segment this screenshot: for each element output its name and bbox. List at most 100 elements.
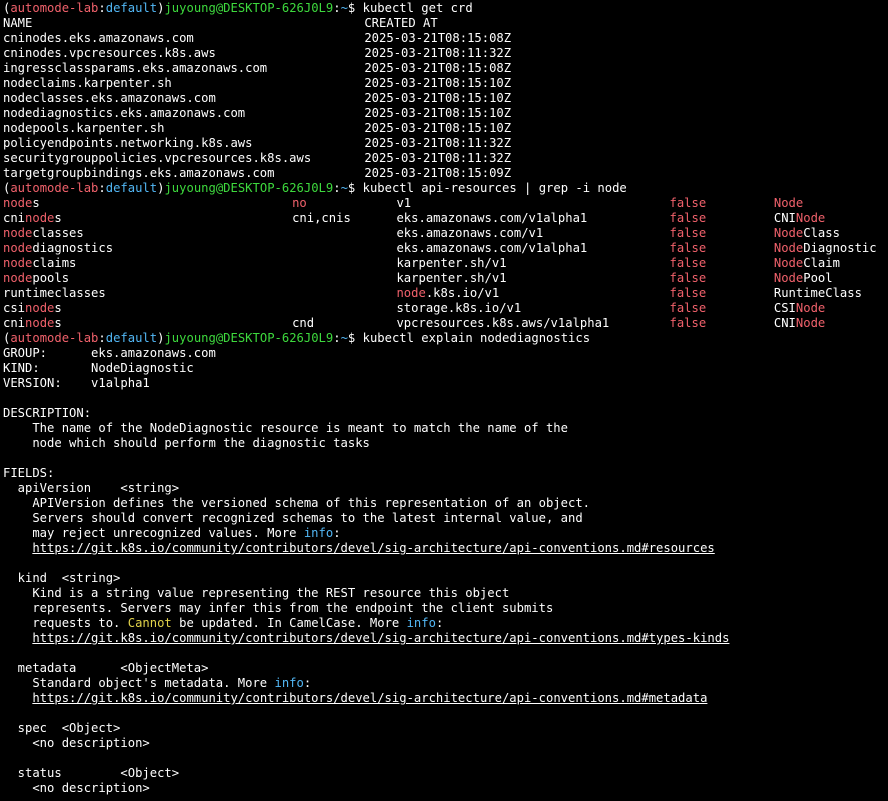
prompt-dollar: $ — [347, 181, 356, 195]
crd-created-at: 2025-03-21T08:15:10Z — [364, 121, 512, 135]
api-resource-row: nodediagnostics eks.amazonaws.com/v1alpha… — [3, 241, 885, 256]
explain-text: info — [274, 676, 304, 690]
explain-text: VERSION: v1alpha1 — [3, 376, 150, 390]
prompt-context: automode-lab — [10, 181, 99, 195]
crd-created-at: 2025-03-21T08:15:10Z — [364, 76, 512, 90]
api-kind: CNINode — [774, 211, 825, 226]
crd-row: cninodes.eks.amazonaws.com 2025-03-21T08:… — [3, 31, 885, 46]
crd-name: cninodes.vpcresources.k8s.aws — [3, 46, 216, 60]
api-name: nodeclaims — [3, 256, 76, 271]
explain-line — [3, 556, 885, 571]
api-kind-part: Node — [795, 316, 826, 330]
explain-line: <no description> — [3, 736, 885, 751]
api-version: storage.k8s.io/v1 — [396, 301, 521, 316]
api-version: eks.amazonaws.com/v1alpha1 — [396, 211, 587, 226]
explain-line: GROUP: eks.amazonaws.com — [3, 346, 885, 361]
explain-line: apiVersion <string> — [3, 481, 885, 496]
crd-name: securitygrouppolicies.vpcresources.k8s.a… — [3, 151, 312, 165]
crd-created-at: 2025-03-21T08:11:32Z — [364, 46, 512, 60]
api-shortnames: cni,cnis — [292, 211, 351, 226]
crd-name: nodeclasses.eks.amazonaws.com — [3, 91, 216, 105]
terminal-window[interactable]: (automode-lab:default)juyoung@DESKTOP-62… — [0, 0, 888, 801]
api-version-part: eks.amazonaws.com/v1alpha1 — [396, 211, 588, 225]
explain-text: GROUP: eks.amazonaws.com — [3, 346, 216, 360]
crd-row: nodeclasses.eks.amazonaws.com 2025-03-21T… — [3, 91, 885, 106]
api-name-part: diagnostics — [32, 241, 114, 255]
crd-created-at: 2025-03-21T08:15:08Z — [364, 61, 512, 75]
crd-row: nodediagnostics.eks.amazonaws.com 2025-03… — [3, 106, 885, 121]
api-resource-row: nodeclasses eks.amazonaws.com/v1 false Node… — [3, 226, 885, 241]
prompt-namespace: default — [105, 181, 158, 195]
crd-row: ingressclassparams.eks.amazonaws.com 2025… — [3, 61, 885, 76]
api-namespaced-col: false — [669, 316, 706, 331]
api-version: eks.amazonaws.com/v1alpha1 — [396, 241, 587, 256]
api-version-part: storage.k8s.io/v1 — [396, 301, 522, 315]
api-kind-part: CNI — [773, 211, 796, 225]
prompt-context: automode-lab — [10, 331, 99, 345]
api-name-part: node — [3, 271, 33, 285]
explain-line: KIND: NodeDiagnostic — [3, 361, 885, 376]
crd-name: nodepools.karpenter.sh — [3, 121, 165, 135]
explain-text: be updated. In CamelCase. More — [171, 616, 407, 630]
explain-line: spec <Object> — [3, 721, 885, 736]
explain-text: APIVersion defines the versioned schema … — [3, 496, 590, 510]
api-namespaced-col: false — [669, 241, 706, 256]
api-version-part: eks.amazonaws.com/v1 — [396, 226, 544, 240]
crd-created-at: 2025-03-21T08:15:10Z — [364, 106, 512, 120]
api-kind: Node — [774, 196, 803, 211]
command-text[interactable]: kubectl api-resources | grep -i node — [363, 181, 627, 195]
prompt-colon: : — [98, 331, 106, 345]
api-name-part: cni — [3, 316, 26, 330]
doc-link[interactable]: https://git.k8s.io/community/contributor… — [32, 691, 707, 705]
api-name: nodediagnostics — [3, 241, 113, 256]
api-shortnames: cnd — [292, 316, 314, 331]
crd-name: cninodes.eks.amazonaws.com — [3, 31, 194, 45]
prompt-sep: : — [333, 181, 341, 195]
api-name-part: node — [3, 241, 33, 255]
api-name-part: claims — [32, 256, 77, 270]
api-resource-row: nodeclaims karpenter.sh/v1 false NodeClaim — [3, 256, 885, 271]
crd-row: cninodes.vpcresources.k8s.aws 2025-03-21T… — [3, 46, 885, 61]
api-name-part: node — [25, 316, 55, 330]
crd-created-at: 2025-03-21T08:11:32Z — [364, 151, 512, 165]
explain-text: Standard object's metadata. More — [3, 676, 275, 690]
prompt-colon: : — [98, 181, 106, 195]
api-name: nodes — [3, 196, 40, 211]
api-kind: NodeDiagnostic — [774, 241, 877, 256]
crd-created-at: 2025-03-21T08:15:08Z — [364, 31, 512, 45]
api-version: v1 — [396, 196, 411, 211]
crd-created-at: 2025-03-21T08:11:32Z — [364, 136, 512, 150]
doc-link[interactable]: https://git.k8s.io/community/contributor… — [32, 631, 729, 645]
api-namespaced: false — [669, 196, 707, 210]
api-namespaced: false — [669, 301, 707, 315]
crd-name: targetgroupbindings.eks.amazonaws.com — [3, 166, 275, 180]
api-namespaced-col: false — [669, 286, 706, 301]
crd-name: ingressclassparams.eks.amazonaws.com — [3, 61, 268, 75]
prompt-colon: : — [98, 1, 106, 15]
explain-line: https://git.k8s.io/community/contributor… — [3, 691, 885, 706]
api-name: nodeclasses — [3, 226, 84, 241]
api-resource-row: runtimeclasses node.k8s.io/v1 false Runtime… — [3, 286, 885, 301]
api-namespaced: false — [669, 256, 707, 270]
explain-line: <no description> — [3, 781, 885, 796]
explain-text: : — [303, 676, 312, 690]
api-namespaced: false — [669, 211, 707, 225]
api-version: karpenter.sh/v1 — [396, 271, 506, 286]
api-shortname-part: cni,cnis — [292, 211, 351, 225]
command-text[interactable]: kubectl explain nodediagnostics — [363, 331, 590, 345]
explain-text — [3, 691, 32, 705]
command-text[interactable]: kubectl get crd — [363, 1, 473, 15]
prompt-dollar: $ — [347, 1, 356, 15]
doc-link[interactable]: https://git.k8s.io/community/contributor… — [32, 541, 714, 555]
explain-text: kind <string> — [3, 571, 121, 585]
explain-line: Standard object's metadata. More info: — [3, 676, 885, 691]
explain-text: apiVersion <string> — [3, 481, 180, 495]
api-name: runtimeclasses — [3, 286, 106, 301]
crd-created-at: 2025-03-21T08:15:10Z — [364, 91, 512, 105]
crd-row: securitygrouppolicies.vpcresources.k8s.a… — [3, 151, 885, 166]
api-namespaced-col: false — [669, 271, 706, 286]
explain-line: https://git.k8s.io/community/contributor… — [3, 541, 885, 556]
api-name-part: node — [3, 226, 33, 240]
api-name: cninodes — [3, 211, 62, 226]
explain-line: node which should perform the diagnostic… — [3, 436, 885, 451]
